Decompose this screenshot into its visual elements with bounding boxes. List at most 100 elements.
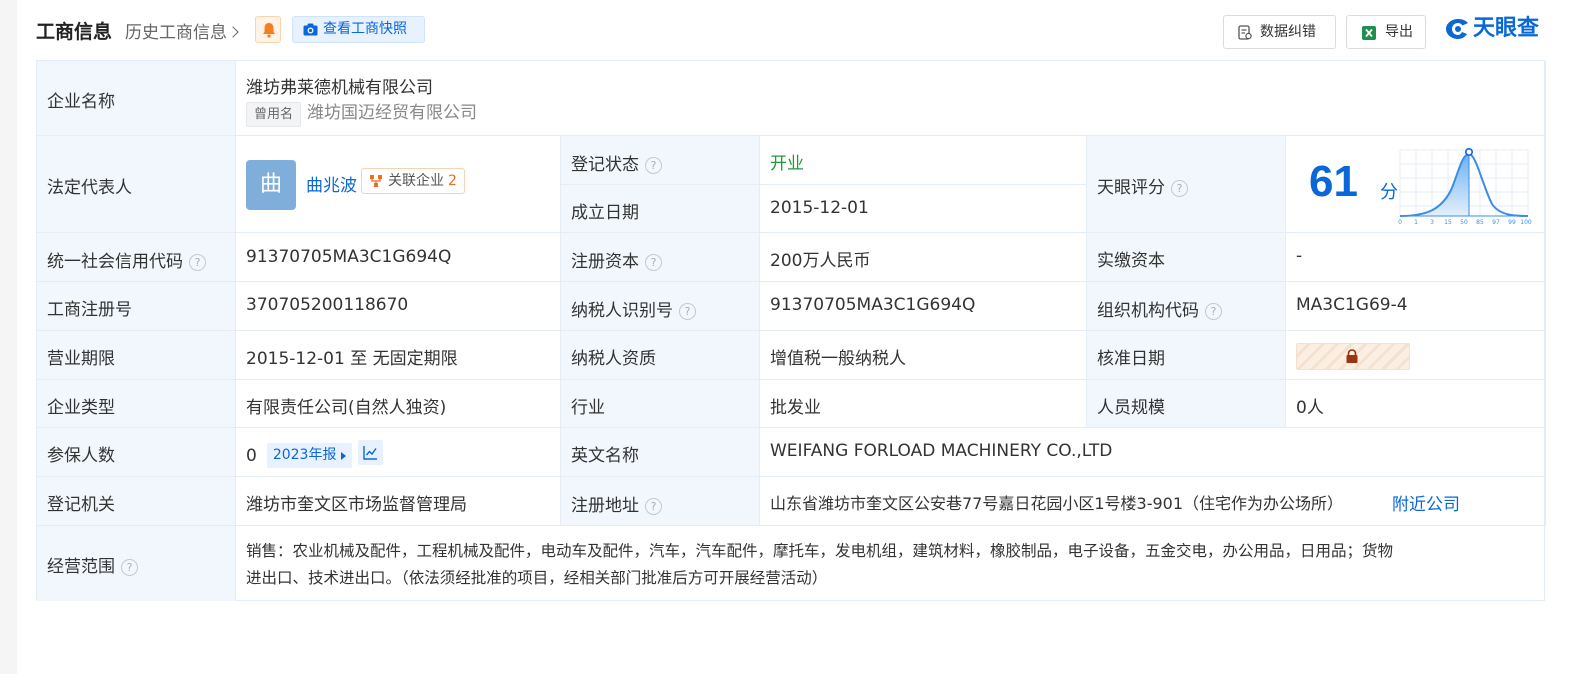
label-reg-address-text: 注册地址? [571, 491, 662, 516]
locked-value[interactable] [1296, 343, 1410, 370]
snapshot-button[interactable]: 查看工商快照 [292, 16, 425, 43]
annual-report-tag[interactable]: 2023年报 [266, 443, 353, 468]
taxpayer-qual-text: 增值税一般纳税人 [770, 349, 906, 369]
value-taxpayer-id: 91370705MA3C1G694Q [760, 282, 1087, 331]
label-company-type: 企业类型 [37, 380, 236, 428]
value-reg-number: 370705200118670 [236, 282, 561, 331]
history-link-label[interactable]: 历史工商信息 [125, 23, 227, 43]
help-icon[interactable]: ? [1205, 303, 1222, 320]
label-biz-scope: 经营范围? [37, 526, 236, 601]
label-paid-capital: 实缴资本 [1087, 233, 1286, 282]
biz-term-text: 2015-12-01 至 无固定期限 [246, 349, 458, 369]
score-tick: 100 [1520, 219, 1532, 226]
data-correction-button[interactable]: 数据纠错 [1223, 15, 1336, 49]
label-reg-address-word: 注册地址 [571, 496, 639, 516]
org-code-text: MA3C1G69-4 [1296, 295, 1408, 315]
value-industry: 批发业 [760, 380, 1087, 428]
related-companies-tag[interactable]: 关联企业 2 [361, 168, 465, 194]
used-name-tag: 曾用名 [246, 102, 302, 127]
score-tick: 50 [1460, 219, 1468, 226]
help-icon[interactable]: ? [1171, 180, 1188, 197]
reg-number-text: 370705200118670 [246, 295, 409, 315]
label-reg-number-text: 工商注册号 [47, 300, 132, 320]
label-reg-status-text: 登记状态? [571, 150, 662, 175]
history-link[interactable]: 历史工商信息 [125, 18, 239, 43]
label-tianyan-score-word: 天眼评分 [1097, 178, 1165, 198]
monitor-bell-button[interactable] [255, 16, 281, 43]
label-credit-code: 统一社会信用代码? [37, 233, 236, 282]
value-company-type: 有限责任公司(自然人独资) [236, 380, 561, 428]
section-header: 工商信息 历史工商信息 查看工商快照 数据纠错 导出 天眼查 [17, 0, 1579, 60]
reg-capital-text: 200万人民币 [770, 251, 871, 271]
insured-count: 0 [246, 446, 257, 466]
label-staff-size-text: 人员规模 [1097, 398, 1165, 418]
paid-capital-text: - [1296, 246, 1303, 266]
credit-code-text: 91370705MA3C1G694Q [246, 247, 452, 267]
value-reg-authority: 潍坊市奎文区市场监督管理局 [236, 477, 561, 526]
label-reg-address: 注册地址? [561, 477, 760, 526]
help-icon[interactable]: ? [645, 157, 662, 174]
score-number: 61 [1309, 157, 1358, 206]
avatar[interactable]: 曲 [246, 160, 296, 210]
label-reg-status-word: 登记状态 [571, 155, 639, 175]
value-staff-size: 0人 [1286, 380, 1546, 428]
snapshot-button-label[interactable]: 查看工商快照 [323, 21, 407, 37]
label-biz-scope-text: 经营范围? [47, 552, 138, 577]
biz-scope-line-1: 销售：农业机械及配件，工程机械及配件，电动车及配件，汽车，汽车配件，摩托车，发电… [246, 542, 1394, 560]
org-icon [370, 175, 382, 187]
data-correction-label[interactable]: 数据纠错 [1260, 24, 1316, 40]
help-icon[interactable]: ? [679, 303, 696, 320]
legal-rep-name-link[interactable]: 曲兆波 [306, 171, 357, 196]
label-industry: 行业 [561, 380, 760, 428]
label-reg-capital: 注册资本? [561, 233, 760, 282]
score-distribution-chart: 0 1 3 15 50 85 97 99 100 [1398, 148, 1532, 226]
related-count[interactable]: 2 [448, 173, 457, 189]
value-paid-capital: - [1286, 233, 1546, 282]
label-english-name-text: 英文名称 [571, 446, 639, 466]
value-credit-code: 91370705MA3C1G694Q [236, 233, 561, 282]
label-biz-term-text: 营业期限 [47, 349, 115, 369]
value-reg-capital: 200万人民币 [760, 233, 1087, 282]
value-company-name: 潍坊弗莱德机械有限公司 曾用名 潍坊国迈经贸有限公司 [236, 61, 1546, 136]
value-tianyan-score[interactable]: 61 分 0 1 3 15 50 85 97 99 100 [1286, 136, 1546, 233]
label-company-name-text: 企业名称 [47, 92, 115, 112]
label-reg-number: 工商注册号 [37, 282, 236, 331]
export-button[interactable]: 导出 [1346, 15, 1426, 49]
help-icon[interactable]: ? [121, 559, 138, 576]
value-legal-rep: 曲 曲兆波 关联企业 2 [236, 136, 561, 233]
label-org-code-word: 组织机构代码 [1097, 301, 1199, 321]
label-tianyan-score-text: 天眼评分? [1097, 173, 1188, 198]
label-paid-capital-text: 实缴资本 [1097, 251, 1165, 271]
score-tick: 97 [1492, 219, 1500, 226]
label-found-date-text: 成立日期 [571, 203, 639, 223]
business-info-table: 企业名称 潍坊弗莱德机械有限公司 曾用名 潍坊国迈经贸有限公司 法定代表人 曲 曲… [36, 60, 1546, 601]
annual-report-label[interactable]: 2023年报 [273, 447, 337, 463]
score-tick: 15 [1444, 219, 1452, 226]
export-label[interactable]: 导出 [1385, 24, 1413, 40]
company-name-text: 潍坊弗莱德机械有限公司 [246, 78, 433, 98]
caret-right-icon [341, 452, 347, 460]
label-insured-text: 参保人数 [47, 446, 115, 466]
reg-address-text: 山东省潍坊市奎文区公安巷77号嘉日花园小区1号楼3-901（住宅作为办公场所） [770, 494, 1344, 513]
label-company-name: 企业名称 [37, 61, 236, 136]
label-biz-term: 营业期限 [37, 331, 236, 380]
lock-icon [1346, 349, 1358, 363]
help-icon[interactable]: ? [189, 254, 206, 271]
value-found-date: 2015-12-01 [760, 185, 1087, 233]
camera-icon [303, 23, 318, 36]
label-industry-text: 行业 [571, 398, 605, 418]
score-tick: 1 [1414, 219, 1418, 226]
help-icon[interactable]: ? [645, 498, 662, 515]
section-title: 工商信息 [36, 21, 113, 43]
found-date-text: 2015-12-01 [770, 198, 869, 218]
value-english-name: WEIFANG FORLOAD MACHINERY CO.,LTD [760, 428, 1546, 477]
help-icon[interactable]: ? [645, 254, 662, 271]
nearby-companies-link[interactable]: 附近公司 [1392, 490, 1460, 515]
related-label[interactable]: 关联企业 [388, 173, 444, 189]
label-approval-date-text: 核准日期 [1097, 349, 1165, 369]
staff-size-text: 0人 [1296, 398, 1324, 418]
value-insured: 0 2023年报 [236, 428, 561, 477]
trend-chart-button[interactable] [358, 440, 384, 465]
label-reg-capital-word: 注册资本 [571, 252, 639, 272]
value-reg-status: 开业 [760, 136, 1087, 185]
